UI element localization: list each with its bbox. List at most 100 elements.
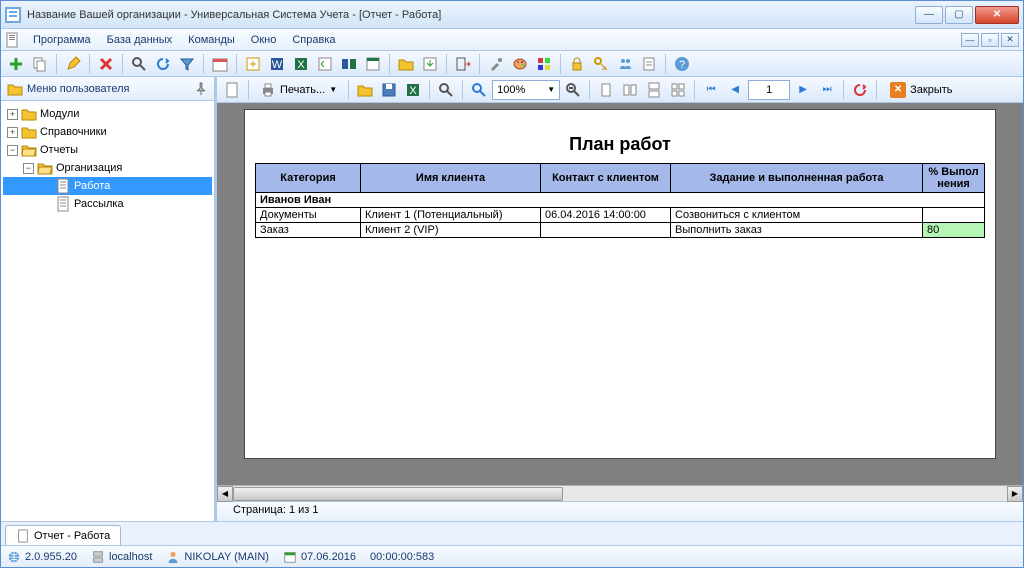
save-button[interactable]: [378, 79, 400, 101]
search-button[interactable]: [128, 53, 150, 75]
color-icon[interactable]: [533, 53, 555, 75]
window-maximize-button[interactable]: ▢: [945, 6, 973, 24]
menu-program[interactable]: Программа: [25, 31, 99, 49]
open-button[interactable]: [354, 79, 376, 101]
print-button[interactable]: Печать... ▼: [254, 79, 343, 101]
collapse-icon[interactable]: −: [7, 145, 18, 156]
import-icon[interactable]: [419, 53, 441, 75]
cell-pct: [923, 208, 985, 223]
menubar: Программа База данных Команды Окно Справ…: [1, 29, 1023, 51]
add-button[interactable]: [5, 53, 27, 75]
folder-open-icon: [37, 160, 53, 176]
scroll-right-arrow[interactable]: ▶: [1007, 486, 1023, 502]
table-export-icon[interactable]: [362, 53, 384, 75]
toolbar-separator: [89, 54, 90, 74]
mdi-minimize-button[interactable]: —: [961, 33, 979, 47]
printer-icon: [260, 82, 276, 98]
menu-window[interactable]: Окно: [243, 31, 285, 49]
collapse-icon[interactable]: −: [23, 163, 34, 174]
find-button[interactable]: [435, 79, 457, 101]
copy-button[interactable]: [29, 53, 51, 75]
cell-contact: 06.04.2016 14:00:00: [541, 208, 671, 223]
export-excel-icon[interactable]: X: [290, 53, 312, 75]
tree-node-modules[interactable]: + Модули: [3, 105, 212, 123]
first-page-button[interactable]: ⏮: [700, 79, 722, 101]
filter-button[interactable]: [176, 53, 198, 75]
page-status: Страница: 1 из 1: [217, 501, 1023, 521]
svg-text:X: X: [409, 85, 417, 97]
prev-page-button[interactable]: ◀: [724, 79, 746, 101]
expand-icon[interactable]: +: [7, 109, 18, 120]
export-csv-icon[interactable]: [314, 53, 336, 75]
scroll-thumb[interactable]: [233, 487, 563, 501]
window-minimize-button[interactable]: —: [915, 6, 943, 24]
exit-icon[interactable]: [452, 53, 474, 75]
pin-icon[interactable]: [194, 82, 208, 96]
refresh-icon[interactable]: [152, 53, 174, 75]
tab-report-work[interactable]: Отчет - Работа: [5, 525, 121, 545]
help-icon[interactable]: ?: [671, 53, 693, 75]
view-single-icon[interactable]: [595, 79, 617, 101]
globe-icon: [7, 550, 21, 564]
menu-help[interactable]: Справка: [284, 31, 343, 49]
last-page-button[interactable]: ⏭: [816, 79, 838, 101]
toolbar-separator: [694, 80, 695, 100]
scroll-left-arrow[interactable]: ◀: [217, 486, 233, 502]
lock-icon[interactable]: [566, 53, 588, 75]
folder-open-icon[interactable]: [395, 53, 417, 75]
report-viewport[interactable]: План работ Категория Имя клиента Контакт…: [217, 103, 1023, 485]
expand-icon[interactable]: +: [7, 127, 18, 138]
toolbar-separator: [462, 80, 463, 100]
export-word-icon[interactable]: W: [266, 53, 288, 75]
tree-node-reports[interactable]: − Отчеты: [3, 141, 212, 159]
export-icon[interactable]: [242, 53, 264, 75]
cell-task: Созвониться с клиентом: [671, 208, 923, 223]
export-report-icon[interactable]: X: [402, 79, 424, 101]
toolbar-separator: [236, 54, 237, 74]
audit-icon[interactable]: [638, 53, 660, 75]
mdi-close-button[interactable]: ✕: [1001, 33, 1019, 47]
tree-node-work[interactable]: Работа: [3, 177, 212, 195]
tree-node-org[interactable]: − Организация: [3, 159, 212, 177]
col-task: Задание и выполненная работа: [671, 164, 923, 193]
titlebar[interactable]: Название Вашей организации - Универсальн…: [1, 1, 1023, 29]
palette-icon[interactable]: [509, 53, 531, 75]
export-multi-icon[interactable]: [338, 53, 360, 75]
report-doc-icon[interactable]: [221, 79, 243, 101]
page-icon: [55, 178, 71, 194]
key-icon[interactable]: [590, 53, 612, 75]
calendar-icon[interactable]: [209, 53, 231, 75]
zoom-select[interactable]: 100% ▼: [492, 80, 560, 100]
delete-button[interactable]: [95, 53, 117, 75]
tree-node-mailing[interactable]: Рассылка: [3, 195, 212, 213]
app-icon: [5, 7, 21, 23]
zoom-out-icon[interactable]: [562, 79, 584, 101]
view-grid-icon[interactable]: [667, 79, 689, 101]
page-input[interactable]: [748, 80, 790, 100]
nav-tree: + Модули + Справочники − Отчеты −: [1, 101, 214, 521]
window-close-button[interactable]: ✕: [975, 6, 1019, 24]
tree-label: Модули: [40, 108, 79, 120]
status-user: NIKOLAY (MAIN): [166, 550, 269, 564]
mdi-restore-button[interactable]: ▫: [981, 33, 999, 47]
toolbar-separator: [56, 54, 57, 74]
view-scroll-icon[interactable]: [643, 79, 665, 101]
dropdown-icon: ▼: [547, 85, 555, 94]
menu-database[interactable]: База данных: [99, 31, 181, 49]
horizontal-scrollbar[interactable]: ◀ ▶: [217, 485, 1023, 501]
users-icon[interactable]: [614, 53, 636, 75]
edit-button[interactable]: [62, 53, 84, 75]
tree-label: Рассылка: [74, 198, 124, 210]
menu-commands[interactable]: Команды: [180, 31, 243, 49]
tools-icon[interactable]: [485, 53, 507, 75]
next-page-button[interactable]: ▶: [792, 79, 814, 101]
zoom-button[interactable]: [468, 79, 490, 101]
report-area: Печать... ▼ X 100% ▼: [217, 77, 1023, 521]
tree-label: Организация: [56, 162, 122, 174]
tree-node-refs[interactable]: + Справочники: [3, 123, 212, 141]
view-multi-icon[interactable]: [619, 79, 641, 101]
document-icon: [5, 32, 21, 48]
refresh-report-icon[interactable]: [849, 79, 871, 101]
page-icon: [55, 196, 71, 212]
close-report-button[interactable]: ✕ Закрыть: [882, 79, 960, 101]
